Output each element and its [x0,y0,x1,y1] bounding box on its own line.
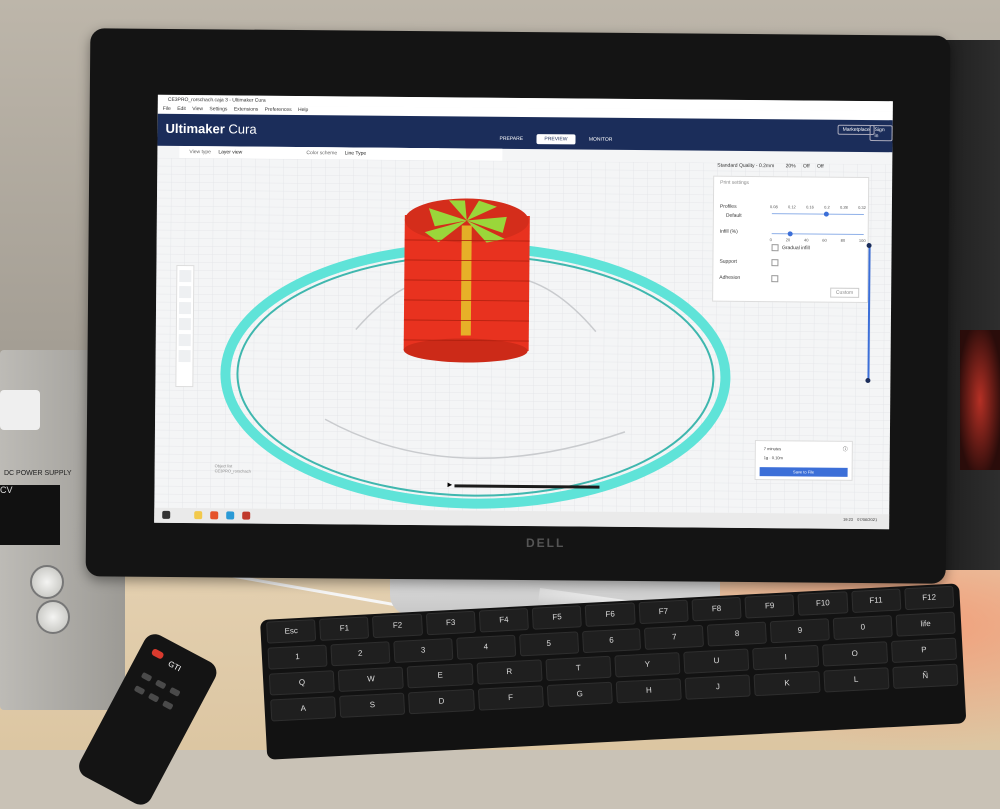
quality-summary-bar[interactable]: Standard Quality - 0.2mm 20% Off Off [717,160,877,173]
support-blocker-icon[interactable] [178,349,191,363]
date: 07/06/2021 [857,516,878,523]
tab-monitor[interactable]: MONITOR [581,134,621,144]
remote-button [133,685,146,696]
infill-label: Infill (%) [719,228,738,235]
rotate-tool-icon[interactable] [178,301,192,315]
profile-value[interactable]: Default [726,213,742,219]
psu-knob [36,600,70,634]
view-type-label: View type [189,149,212,156]
gradual-infill-row[interactable]: Gradual infill [771,244,810,252]
material-estimate: 1g · 0.10m [763,455,783,461]
object-list[interactable]: Object list CE3PRO_rorschach [215,463,251,473]
menu-extensions[interactable]: Extensions [234,106,259,112]
custom-button[interactable]: Custom [829,287,860,298]
logo-product: Cura [228,121,257,137]
layer-height-tick: 0.32 [858,204,866,210]
left-toolbar [175,264,195,388]
info-icon[interactable]: ⓘ [843,446,848,453]
app-logo: Ultimaker Cura [166,121,257,137]
play-icon[interactable]: ▶ [447,481,452,488]
cura-taskbar-icon[interactable] [226,511,235,520]
system-tray: 19:23 07/06/2021 [843,517,877,522]
psu-display: CV [0,485,60,545]
remote-button [147,692,160,703]
support-summary: Off [803,163,810,170]
scale-tool-icon[interactable] [179,285,192,299]
app-taskbar-icon[interactable] [242,511,251,520]
layer-height-tick: 0.2 [824,204,830,210]
support-label: Support [719,258,737,265]
gradual-infill-label: Gradual infill [781,245,810,252]
menu-preferences[interactable]: Preferences [265,107,292,113]
remote-button [154,679,167,690]
adhesion-label: Adhesion [719,274,741,281]
layer-height-handle[interactable] [823,211,829,217]
layer-height-tick: 0.12 [787,204,796,210]
layer-height-tick: 0.28 [839,204,848,210]
monitor-brand-logo: DELL [526,536,566,550]
file-explorer-icon[interactable] [194,511,203,520]
print-settings-panel: Print settings 0.08 0.12 0.16 0.2 0.28 0… [712,175,870,304]
layer-height-ticks: 0.08 0.12 0.16 0.2 0.28 0.32 [770,204,866,210]
quality-label: Standard Quality - 0.2mm [717,162,775,170]
infill-tick: 20 [785,237,791,243]
infill-tick: 80 [840,237,846,243]
output-panel: 7 minutes 1g · 0.10m ⓘ Save to File [754,440,853,481]
print-time: 7 minutes [763,446,782,452]
cura-screen: CE3PRO_rorschach.caja 3 - Ultimaker Cura… [154,94,893,530]
per-model-settings-icon[interactable] [178,333,191,347]
infill-tick: 40 [803,237,809,243]
power-button [150,647,165,660]
printed-cube [0,390,40,430]
menu-help[interactable]: Help [298,107,308,113]
adhesion-checkbox[interactable] [771,275,780,283]
layer-height-tick: 0.16 [806,204,814,210]
support-checkbox[interactable] [771,259,780,267]
color-scheme-label: Color scheme [306,150,338,157]
infill-tick: 60 [822,237,827,243]
layer-slider-top-handle[interactable] [866,242,872,249]
print-settings-title: Print settings [720,179,750,186]
menu-file[interactable]: File [163,106,171,112]
logo-brand: Ultimaker [165,120,225,137]
layer-height-tick: 0.08 [769,204,778,210]
tab-prepare[interactable]: PREPARE [491,134,531,144]
mirror-tool-icon[interactable] [178,317,191,331]
psu-label: DC POWER SUPPLY [4,470,72,477]
infill-tick: 100 [858,237,866,243]
infill-handle[interactable] [787,231,793,237]
remote-brand: GTI [166,659,183,674]
object-list-item[interactable]: CE3PRO_rorschach [215,468,251,473]
menu-edit[interactable]: Edit [177,106,186,112]
save-to-file-button[interactable]: Save to File [759,467,848,477]
remote-button [161,700,174,711]
start-icon[interactable] [162,510,171,519]
layer-height-slider[interactable] [771,213,864,215]
psu-readout: CV [0,485,13,495]
menu-settings[interactable]: Settings [209,106,227,112]
layer-slider-bottom-handle[interactable] [865,377,871,384]
view-type-value[interactable]: Layer view [218,149,242,155]
sliced-model[interactable] [403,198,530,363]
pc-tower-light [960,330,1000,470]
color-scheme-value[interactable]: Line Type [345,150,367,156]
infill-summary: 20% [785,163,796,170]
keyboard-brand: life [895,611,956,637]
psu-knob [30,565,64,599]
tab-preview[interactable]: PREVIEW [536,134,576,145]
infill-tick: 0 [769,237,772,243]
profiles-label: Profiles [719,203,737,210]
move-tool-icon[interactable] [179,269,192,283]
infill-slider[interactable] [771,233,864,235]
clock: 19:23 [843,516,854,522]
stage-tabs: PREPARE PREVIEW MONITOR [491,134,624,145]
gradual-infill-checkbox[interactable] [771,244,779,252]
signin-button[interactable]: Sign in [869,125,893,142]
infill-ticks: 0 20 40 60 80 100 [770,237,866,243]
remote-button [169,686,181,697]
adhesion-summary: Off [816,163,824,170]
remote-button [140,671,153,682]
browser-icon[interactable] [210,511,219,520]
menu-view[interactable]: View [192,106,203,112]
